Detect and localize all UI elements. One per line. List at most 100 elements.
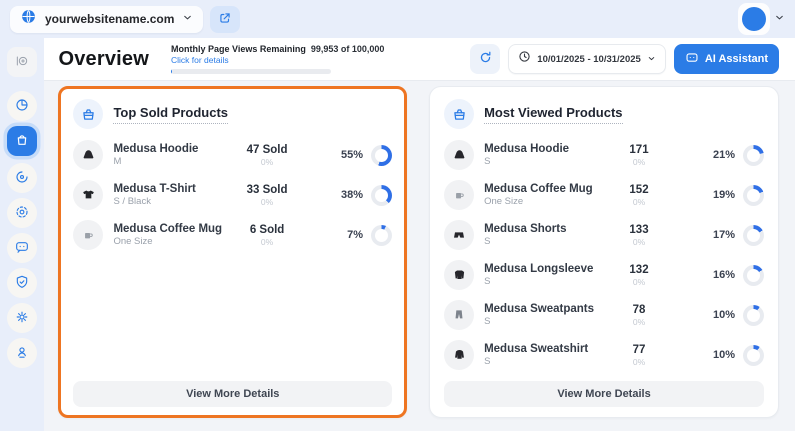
product-name: Medusa T-Shirt [113, 183, 222, 195]
product-count: 6 Sold [222, 224, 312, 236]
page-views-details-link[interactable]: Click for details [171, 55, 384, 65]
product-name: Medusa Hoodie [484, 143, 594, 155]
basket-icon [73, 99, 103, 129]
most-viewed-products-card: Most Viewed Products Medusa Hoodie S 171… [429, 86, 779, 418]
refresh-icon [478, 50, 493, 68]
product-percent: 19% [713, 189, 735, 201]
product-thumbnail [73, 180, 103, 210]
refresh-button[interactable] [470, 44, 500, 74]
sidebar-item-radar-scan[interactable] [7, 198, 37, 228]
product-sub-percent: 0% [594, 277, 684, 287]
product-count: 78 [594, 304, 684, 316]
product-percent: 21% [713, 149, 735, 161]
sidebar-item-nav-expand[interactable] [7, 47, 37, 77]
sidebar-item-analytics-pie[interactable] [7, 91, 37, 121]
products-bag-icon [14, 132, 30, 151]
sidebar-item-chatbot[interactable] [7, 233, 37, 263]
clock-icon [518, 50, 531, 68]
basket-icon [444, 99, 474, 129]
product-thumbnail [444, 300, 474, 330]
product-sub-percent: 0% [594, 197, 684, 207]
nav-expand-icon [14, 53, 30, 72]
product-variant: S [484, 156, 594, 167]
product-variant: S / Black [113, 196, 222, 207]
site-selector[interactable]: yourwebsitename.com [10, 6, 203, 33]
sidebar-item-sessions-swirl[interactable] [7, 163, 37, 193]
chat-bubble-icon [685, 51, 699, 68]
ai-assistant-label: AI Assistant [705, 53, 768, 65]
product-sub-percent: 0% [594, 317, 684, 327]
page-title: Overview [58, 48, 149, 71]
product-sub-percent: 0% [222, 237, 312, 247]
product-percent: 7% [347, 229, 363, 241]
page-views-progress-bar [171, 69, 331, 74]
sessions-swirl-icon [14, 169, 30, 188]
progress-ring-icon [371, 225, 392, 246]
product-name: Medusa Longsleeve [484, 263, 594, 275]
product-variant: S [484, 236, 594, 247]
product-sub-percent: 0% [222, 197, 312, 207]
site-selector-label: yourwebsitename.com [45, 12, 174, 26]
view-more-details-button[interactable]: View More Details [444, 381, 764, 407]
product-row: Medusa Longsleeve S 132 0% 16% [444, 255, 764, 295]
product-thumbnail [73, 220, 103, 250]
shield-check-icon [14, 274, 30, 293]
view-more-details-button[interactable]: View More Details [73, 381, 392, 407]
sidebar-item-shield-check[interactable] [7, 268, 37, 298]
product-count: 133 [594, 224, 684, 236]
product-name: Medusa Coffee Mug [484, 183, 594, 195]
page-views-label: Monthly Page Views Remaining [171, 44, 306, 54]
sidebar-item-products-bag[interactable] [7, 126, 37, 156]
product-name: Medusa Hoodie [113, 143, 222, 155]
product-sub-percent: 0% [222, 157, 312, 167]
product-row: Medusa Shorts S 133 0% 17% [444, 215, 764, 255]
analytics-pie-icon [14, 97, 30, 116]
product-count: 171 [594, 144, 684, 156]
page-views-value: 99,953 of 100,000 [311, 44, 385, 54]
person-location-icon [14, 344, 30, 363]
ai-assistant-button[interactable]: AI Assistant [674, 44, 779, 74]
product-count: 33 Sold [222, 184, 312, 196]
globe-icon [20, 8, 37, 30]
settings-gear-icon [14, 309, 30, 328]
product-thumbnail [444, 180, 474, 210]
product-variant: One Size [113, 236, 222, 247]
product-sub-percent: 0% [594, 237, 684, 247]
product-variant: S [484, 316, 594, 327]
page-header: Overview Monthly Page Views Remaining 99… [44, 38, 795, 81]
product-row: Medusa Coffee Mug One Size 152 0% 19% [444, 175, 764, 215]
external-link-icon [218, 11, 232, 28]
product-variant: S [484, 276, 594, 287]
product-count: 132 [594, 264, 684, 276]
card-title[interactable]: Most Viewed Products [484, 105, 622, 124]
progress-ring-icon [743, 145, 764, 166]
progress-ring-icon [743, 185, 764, 206]
user-menu[interactable] [738, 3, 770, 35]
chevron-down-icon[interactable] [774, 10, 785, 28]
product-name: Medusa Coffee Mug [113, 223, 222, 235]
chatbot-icon [14, 239, 30, 258]
product-thumbnail [444, 220, 474, 250]
card-title[interactable]: Top Sold Products [113, 105, 228, 124]
sidebar-item-settings-gear[interactable] [7, 303, 37, 333]
product-row: Medusa Hoodie M 47 Sold 0% 55% [73, 135, 392, 175]
product-count: 152 [594, 184, 684, 196]
date-range-picker[interactable]: 10/01/2025 - 10/31/2025 [508, 44, 666, 74]
product-percent: 10% [713, 309, 735, 321]
product-row: Medusa Coffee Mug One Size 6 Sold 0% 7% [73, 215, 392, 255]
product-rows: Medusa Hoodie S 171 0% 21% Medusa Coffee… [444, 135, 764, 375]
product-percent: 16% [713, 269, 735, 281]
product-variant: M [113, 156, 222, 167]
product-percent: 55% [341, 149, 363, 161]
product-row: Medusa Hoodie S 171 0% 21% [444, 135, 764, 175]
product-sub-percent: 0% [594, 357, 684, 367]
sidebar-item-person-location[interactable] [7, 338, 37, 368]
top-sold-products-card: Top Sold Products Medusa Hoodie M 47 Sol… [58, 86, 407, 418]
product-percent: 10% [713, 349, 735, 361]
product-row: Medusa T-Shirt S / Black 33 Sold 0% 38% [73, 175, 392, 215]
open-site-button[interactable] [210, 6, 240, 33]
product-name: Medusa Sweatshirt [484, 343, 594, 355]
product-count: 47 Sold [222, 144, 312, 156]
progress-ring-icon [371, 145, 392, 166]
topbar: yourwebsitename.com [0, 0, 795, 38]
